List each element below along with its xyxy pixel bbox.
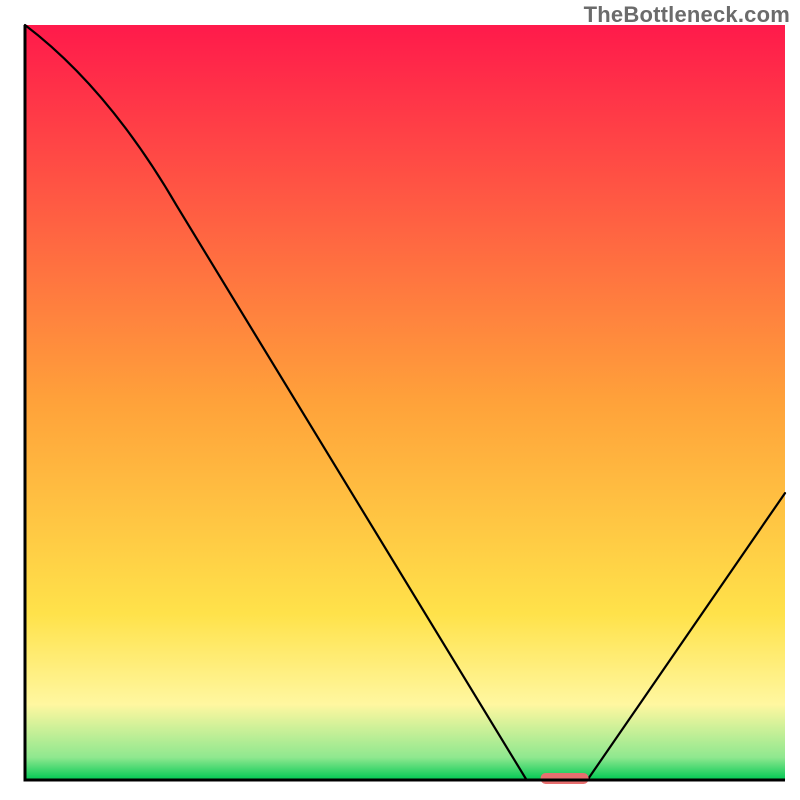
plot-area bbox=[25, 25, 785, 780]
watermark-text: TheBottleneck.com bbox=[584, 2, 790, 28]
chart-container: TheBottleneck.com bbox=[0, 0, 800, 800]
bottleneck-chart bbox=[0, 0, 800, 800]
